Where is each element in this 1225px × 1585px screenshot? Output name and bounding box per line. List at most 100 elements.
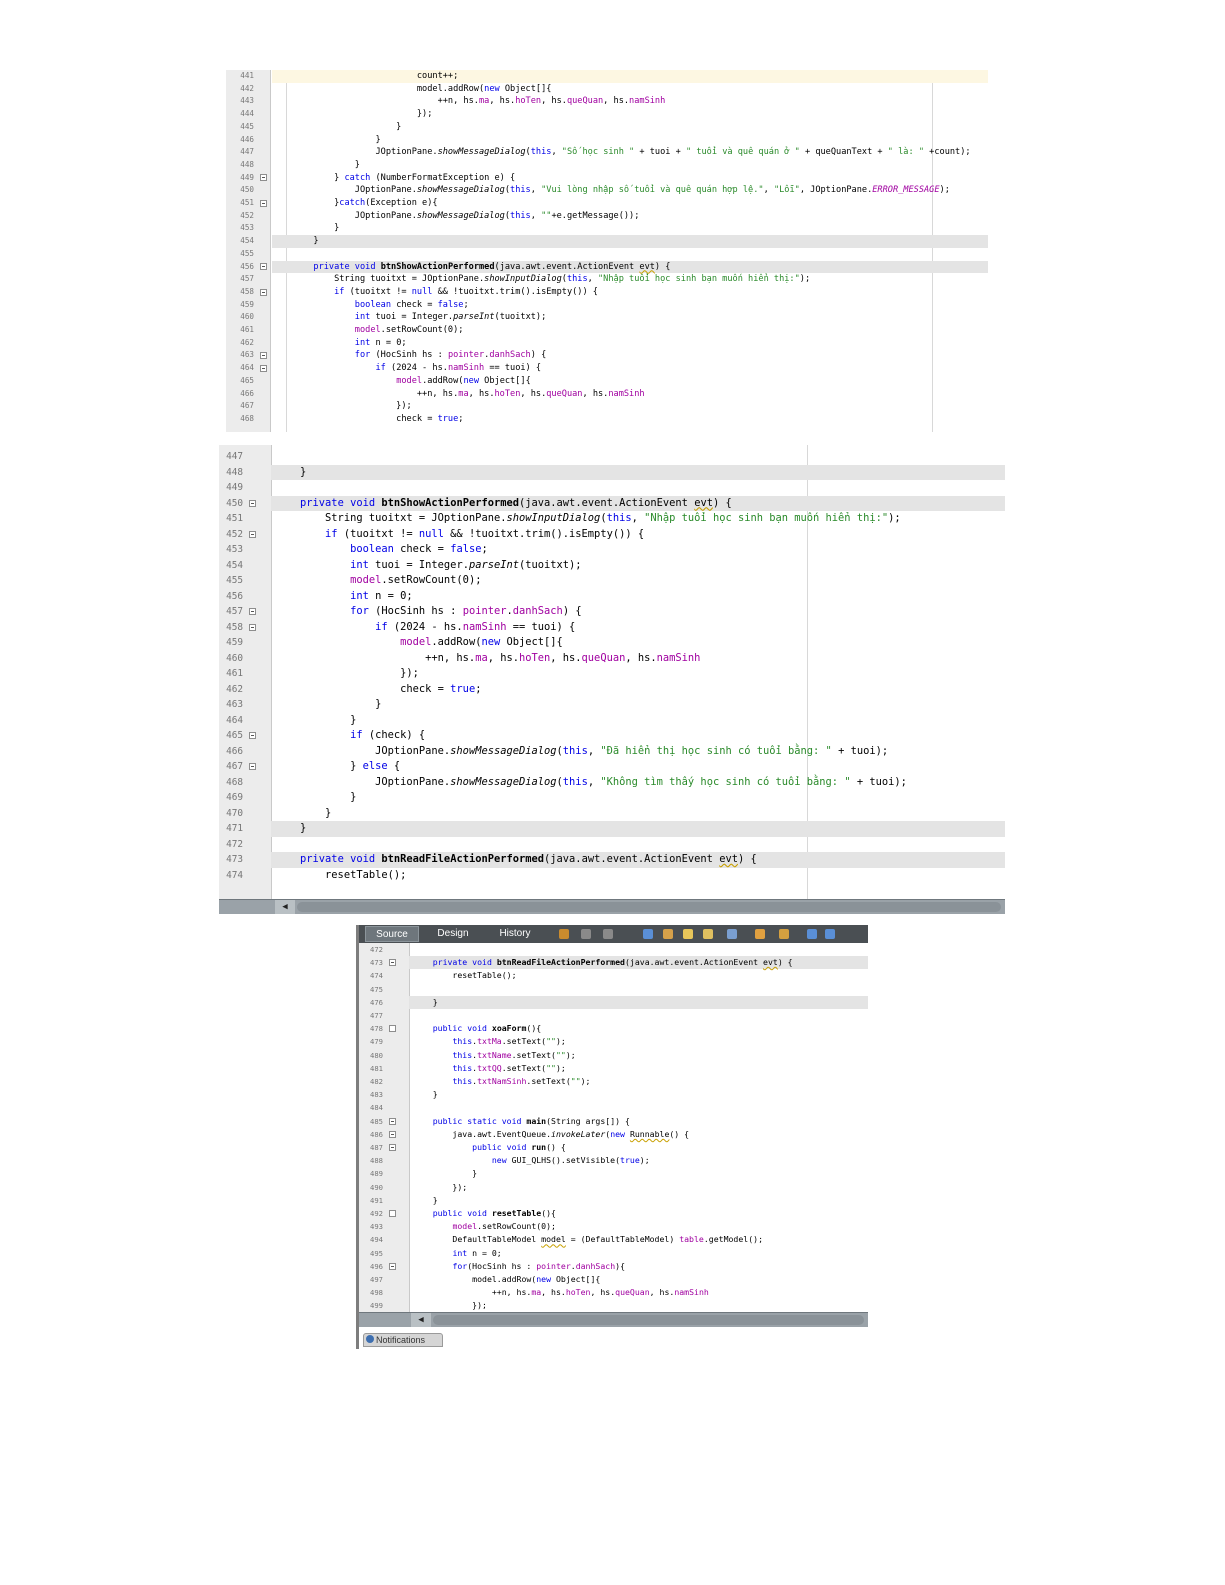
previous-bookmark-icon[interactable] bbox=[727, 929, 737, 939]
fold-toggle-icon[interactable] bbox=[389, 1262, 396, 1270]
navigate-back-icon[interactable] bbox=[559, 929, 569, 939]
code-line[interactable]: 452 if (tuoitxt != null && !tuoitxt.trim… bbox=[219, 527, 1005, 543]
horizontal-scrollbar[interactable]: ◀ bbox=[219, 899, 1005, 914]
code-line[interactable]: 485 public static void main(String args[… bbox=[359, 1115, 868, 1128]
code-line[interactable]: 458 if (2024 - hs.namSinh == tuoi) { bbox=[219, 620, 1005, 636]
code-line[interactable]: 443 ++n, hs.ma, hs.hoTen, hs.queQuan, hs… bbox=[226, 95, 988, 108]
tab-source[interactable]: Source bbox=[365, 926, 419, 942]
code-line[interactable]: 481 this.txtQQ.setText(""); bbox=[359, 1062, 868, 1075]
code-line[interactable]: 453 } bbox=[226, 222, 988, 235]
shift-right-icon[interactable] bbox=[825, 929, 835, 939]
fold-toggle-icon[interactable] bbox=[260, 263, 267, 271]
code-line[interactable]: 486 java.awt.EventQueue.invokeLater(new … bbox=[359, 1128, 868, 1141]
code-line[interactable]: 478 public void xoaForm(){ bbox=[359, 1022, 868, 1035]
fold-toggle-icon[interactable] bbox=[249, 499, 256, 507]
code-line[interactable]: 472 bbox=[359, 943, 868, 956]
fold-toggle-icon[interactable] bbox=[260, 174, 267, 182]
code-line[interactable]: 488 new GUI_QLHS().setVisible(true); bbox=[359, 1154, 868, 1167]
code-line[interactable]: 461 }); bbox=[219, 666, 1005, 682]
code-line[interactable]: 444 }); bbox=[226, 108, 988, 121]
code-line[interactable]: 455 bbox=[226, 248, 988, 261]
fold-toggle-icon[interactable] bbox=[389, 1144, 396, 1152]
next-bookmark-icon[interactable] bbox=[755, 929, 765, 939]
code-line[interactable]: 467 } else { bbox=[219, 759, 1005, 775]
code-line[interactable]: 464 if (2024 - hs.namSinh == tuoi) { bbox=[226, 362, 988, 375]
code-line[interactable]: 471 } bbox=[226, 821, 1005, 837]
code-line[interactable]: 465 if (check) { bbox=[219, 728, 1005, 744]
code-line[interactable]: 453 boolean check = false; bbox=[219, 542, 1005, 558]
code-line[interactable]: 479 this.txtMa.setText(""); bbox=[359, 1035, 868, 1048]
code-line[interactable]: 449 } catch (NumberFormatException e) { bbox=[226, 172, 988, 185]
search-icon[interactable] bbox=[603, 929, 613, 939]
code-line[interactable]: 494 DefaultTableModel model = (DefaultTa… bbox=[359, 1233, 868, 1246]
code-line[interactable]: 490 }); bbox=[359, 1181, 868, 1194]
fold-toggle-icon[interactable] bbox=[260, 364, 267, 372]
code-line[interactable]: 474 resetTable(); bbox=[219, 868, 1005, 884]
scrollbar-thumb[interactable] bbox=[433, 1315, 864, 1325]
code-line[interactable]: 462 check = true; bbox=[219, 682, 1005, 698]
fold-toggle-icon[interactable] bbox=[260, 352, 267, 360]
code-line[interactable]: 447 JOptionPane.showMessageDialog(this, … bbox=[226, 146, 988, 159]
scroll-left-icon[interactable]: ◀ bbox=[275, 900, 295, 914]
shift-left-icon[interactable] bbox=[807, 929, 817, 939]
fold-toggle-icon[interactable] bbox=[249, 732, 256, 740]
code-line[interactable]: 448 } bbox=[226, 464, 1005, 480]
code-line[interactable]: 499 }); bbox=[359, 1299, 868, 1312]
code-line[interactable]: 476 } bbox=[370, 995, 868, 1009]
code-line[interactable]: 456 private void btnShowActionPerformed(… bbox=[240, 260, 988, 274]
find-next-icon[interactable] bbox=[663, 929, 673, 939]
code-line[interactable]: 447 bbox=[219, 449, 1005, 465]
fold-toggle-icon[interactable] bbox=[260, 199, 267, 207]
code-line[interactable]: 466 ++n, hs.ma, hs.hoTen, hs.queQuan, hs… bbox=[226, 388, 988, 401]
horizontal-scrollbar[interactable]: ◀ bbox=[359, 1312, 868, 1327]
code-line[interactable]: 487 public void run() { bbox=[359, 1141, 868, 1154]
code-line[interactable]: 480 this.txtName.setText(""); bbox=[359, 1049, 868, 1062]
code-line[interactable]: 498 ++n, hs.ma, hs.hoTen, hs.queQuan, hs… bbox=[359, 1286, 868, 1299]
code-line[interactable]: 448 } bbox=[226, 159, 988, 172]
code-line[interactable]: 475 bbox=[359, 983, 868, 996]
code-line[interactable]: 460 int tuoi = Integer.parseInt(tuoitxt)… bbox=[226, 311, 988, 324]
code-line[interactable]: 454 } bbox=[240, 235, 988, 248]
code-line[interactable]: 458 if (tuoitxt != null && !tuoitxt.trim… bbox=[226, 286, 988, 299]
code-line[interactable]: 470 } bbox=[219, 806, 1005, 822]
code-line[interactable]: 451 }catch(Exception e){ bbox=[226, 197, 988, 210]
code-line[interactable]: 473 private void btnReadFileActionPerfor… bbox=[226, 852, 1005, 868]
code-line[interactable]: 441 count++; bbox=[240, 70, 988, 83]
code-line[interactable]: 450 JOptionPane.showMessageDialog(this, … bbox=[226, 184, 988, 197]
find-previous-icon[interactable] bbox=[643, 929, 653, 939]
code-line[interactable]: 451 String tuoitxt = JOptionPane.showInp… bbox=[219, 511, 1005, 527]
code-line[interactable]: 468 check = true; bbox=[226, 413, 988, 426]
code-line[interactable]: 468 JOptionPane.showMessageDialog(this, … bbox=[219, 775, 1005, 791]
tab-history[interactable]: History bbox=[487, 926, 543, 942]
code-line[interactable]: 492 public void resetTable(){ bbox=[359, 1207, 868, 1220]
code-line[interactable]: 456 int n = 0; bbox=[219, 589, 1005, 605]
fold-toggle-icon[interactable] bbox=[389, 1025, 396, 1033]
tab-design[interactable]: Design bbox=[425, 926, 481, 942]
code-line[interactable]: 463 } bbox=[219, 697, 1005, 713]
code-line[interactable]: 463 for (HocSinh hs : pointer.danhSach) … bbox=[226, 349, 988, 362]
code-line[interactable]: 464 } bbox=[219, 713, 1005, 729]
code-line[interactable]: 497 model.addRow(new Object[]{ bbox=[359, 1273, 868, 1286]
code-line[interactable]: 496 for(HocSinh hs : pointer.danhSach){ bbox=[359, 1260, 868, 1273]
code-line[interactable]: 459 model.addRow(new Object[]{ bbox=[219, 635, 1005, 651]
code-line[interactable]: 472 bbox=[219, 837, 1005, 853]
code-line[interactable]: 454 int tuoi = Integer.parseInt(tuoitxt)… bbox=[219, 558, 1005, 574]
code-line[interactable]: 467 }); bbox=[226, 400, 988, 413]
fold-toggle-icon[interactable] bbox=[249, 530, 256, 538]
scroll-left-icon[interactable]: ◀ bbox=[411, 1313, 431, 1327]
scrollbar-thumb[interactable] bbox=[297, 902, 1001, 912]
code-line[interactable]: 469 } bbox=[219, 790, 1005, 806]
code-line[interactable]: 446 } bbox=[226, 134, 988, 147]
code-line[interactable]: 461 model.setRowCount(0); bbox=[226, 324, 988, 337]
code-line[interactable]: 457 for (HocSinh hs : pointer.danhSach) … bbox=[219, 604, 1005, 620]
code-line[interactable]: 484 bbox=[359, 1101, 868, 1114]
toggle-highlight-icon[interactable] bbox=[683, 929, 693, 939]
fold-toggle-icon[interactable] bbox=[249, 763, 256, 771]
code-line[interactable]: 460 ++n, hs.ma, hs.hoTen, hs.queQuan, hs… bbox=[219, 651, 1005, 667]
code-line[interactable]: 442 model.addRow(new Object[]{ bbox=[226, 83, 988, 96]
code-line[interactable]: 483 } bbox=[359, 1088, 868, 1101]
code-line[interactable]: 482 this.txtNamSinh.setText(""); bbox=[359, 1075, 868, 1088]
bookmark-icon[interactable] bbox=[703, 929, 713, 939]
code-line[interactable]: 445 } bbox=[226, 121, 988, 134]
toggle-comment-icon[interactable] bbox=[779, 929, 789, 939]
